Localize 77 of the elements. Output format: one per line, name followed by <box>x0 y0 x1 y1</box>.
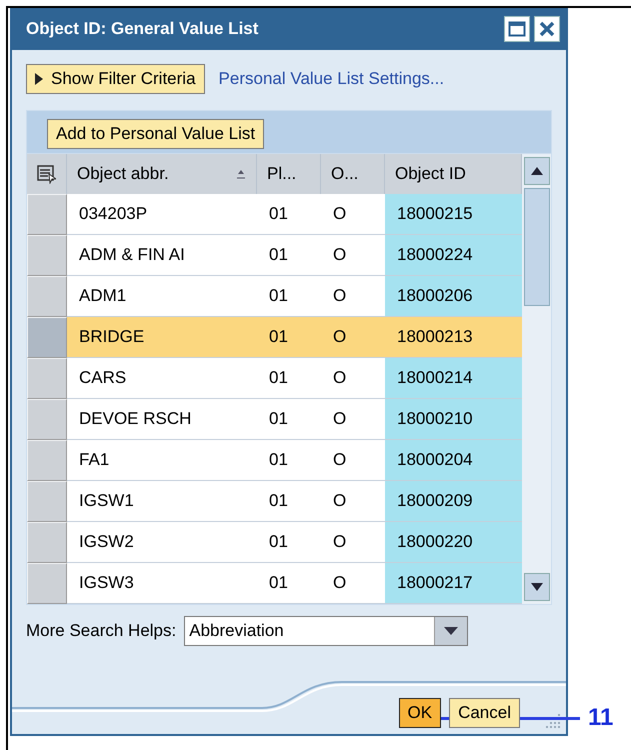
table-cell: FA1 <box>67 440 257 481</box>
table-cell: O <box>321 194 385 235</box>
row-selector[interactable] <box>27 317 67 358</box>
table-cell: 01 <box>257 399 321 440</box>
table-cell: O <box>321 276 385 317</box>
table-cell: 18000214 <box>385 358 522 399</box>
row-selector[interactable] <box>27 481 67 522</box>
column-header[interactable]: Object ID <box>385 154 522 194</box>
maximize-icon <box>508 21 526 37</box>
sort-icon <box>236 169 246 179</box>
table-cell: 01 <box>257 317 321 358</box>
table-cell: DEVOE RSCH <box>67 399 257 440</box>
table-cell: 01 <box>257 481 321 522</box>
up-arrow-icon <box>530 167 542 175</box>
ok-button[interactable]: OK <box>398 698 442 728</box>
row-selector[interactable] <box>27 440 67 481</box>
maximize-button[interactable] <box>504 16 530 42</box>
table-cell: 18000210 <box>385 399 522 440</box>
add-to-list-button[interactable]: Add to Personal Value List <box>47 119 264 149</box>
table-cell: O <box>321 317 385 358</box>
close-icon <box>539 21 555 37</box>
window-title: Object ID: General Value List <box>26 19 260 39</box>
search-helps-dropdown[interactable]: Abbreviation <box>184 616 468 646</box>
table-cell: 18000224 <box>385 235 522 276</box>
close-button[interactable] <box>534 16 560 42</box>
row-selector[interactable] <box>27 522 67 563</box>
table-cell: 01 <box>257 522 321 563</box>
table-cell: ADM1 <box>67 276 257 317</box>
table-cell: 18000215 <box>385 194 522 235</box>
table-cell: ADM & FIN AI <box>67 235 257 276</box>
table-cell: O <box>321 235 385 276</box>
table-cell: 18000220 <box>385 522 522 563</box>
scroll-thumb[interactable] <box>524 188 550 306</box>
table-cell: IGSW2 <box>67 522 257 563</box>
table-cell: 034203P <box>67 194 257 235</box>
cancel-button[interactable]: Cancel <box>449 698 520 728</box>
scroll-down-button[interactable] <box>524 573 550 601</box>
triangle-icon <box>35 73 43 85</box>
row-selector[interactable] <box>27 358 67 399</box>
column-header[interactable]: Object abbr. <box>67 154 257 194</box>
row-selector[interactable] <box>27 399 67 440</box>
search-helps-label: More Search Helps: <box>26 621 176 641</box>
table-cell: 01 <box>257 440 321 481</box>
table-cell: 18000206 <box>385 276 522 317</box>
column-header[interactable]: Pl... <box>257 154 321 194</box>
callout-number: 11 <box>588 704 614 732</box>
row-selector[interactable] <box>27 235 67 276</box>
table-cell: O <box>321 399 385 440</box>
table-cell: 01 <box>257 358 321 399</box>
column-settings-header[interactable] <box>27 154 67 194</box>
table-cell: O <box>321 481 385 522</box>
table-cell: CARS <box>67 358 257 399</box>
row-selector[interactable] <box>27 563 67 604</box>
column-header[interactable]: O... <box>321 154 385 194</box>
table-cell: 18000209 <box>385 481 522 522</box>
table-cell: 01 <box>257 194 321 235</box>
scrollbar[interactable] <box>522 154 551 604</box>
list-settings-icon <box>37 164 56 184</box>
table-cell: O <box>321 522 385 563</box>
table-cell: BRIDGE <box>67 317 257 358</box>
table-cell: 01 <box>257 235 321 276</box>
table-cell: 18000213 <box>385 317 522 358</box>
table-cell: 18000204 <box>385 440 522 481</box>
table-cell: O <box>321 563 385 604</box>
table-cell: O <box>321 358 385 399</box>
settings-link[interactable]: Personal Value List Settings... <box>218 69 444 89</box>
table-cell: 01 <box>257 563 321 604</box>
table-cell: O <box>321 440 385 481</box>
table-cell: 18000217 <box>385 563 522 604</box>
row-selector[interactable] <box>27 276 67 317</box>
table-cell: IGSW3 <box>67 563 257 604</box>
show-filter-button[interactable]: Show Filter Criteria <box>26 64 205 94</box>
dropdown-arrow-icon <box>444 627 458 635</box>
scroll-up-button[interactable] <box>524 157 550 185</box>
table-cell: 01 <box>257 276 321 317</box>
down-arrow-icon <box>530 583 542 591</box>
table-cell: IGSW1 <box>67 481 257 522</box>
